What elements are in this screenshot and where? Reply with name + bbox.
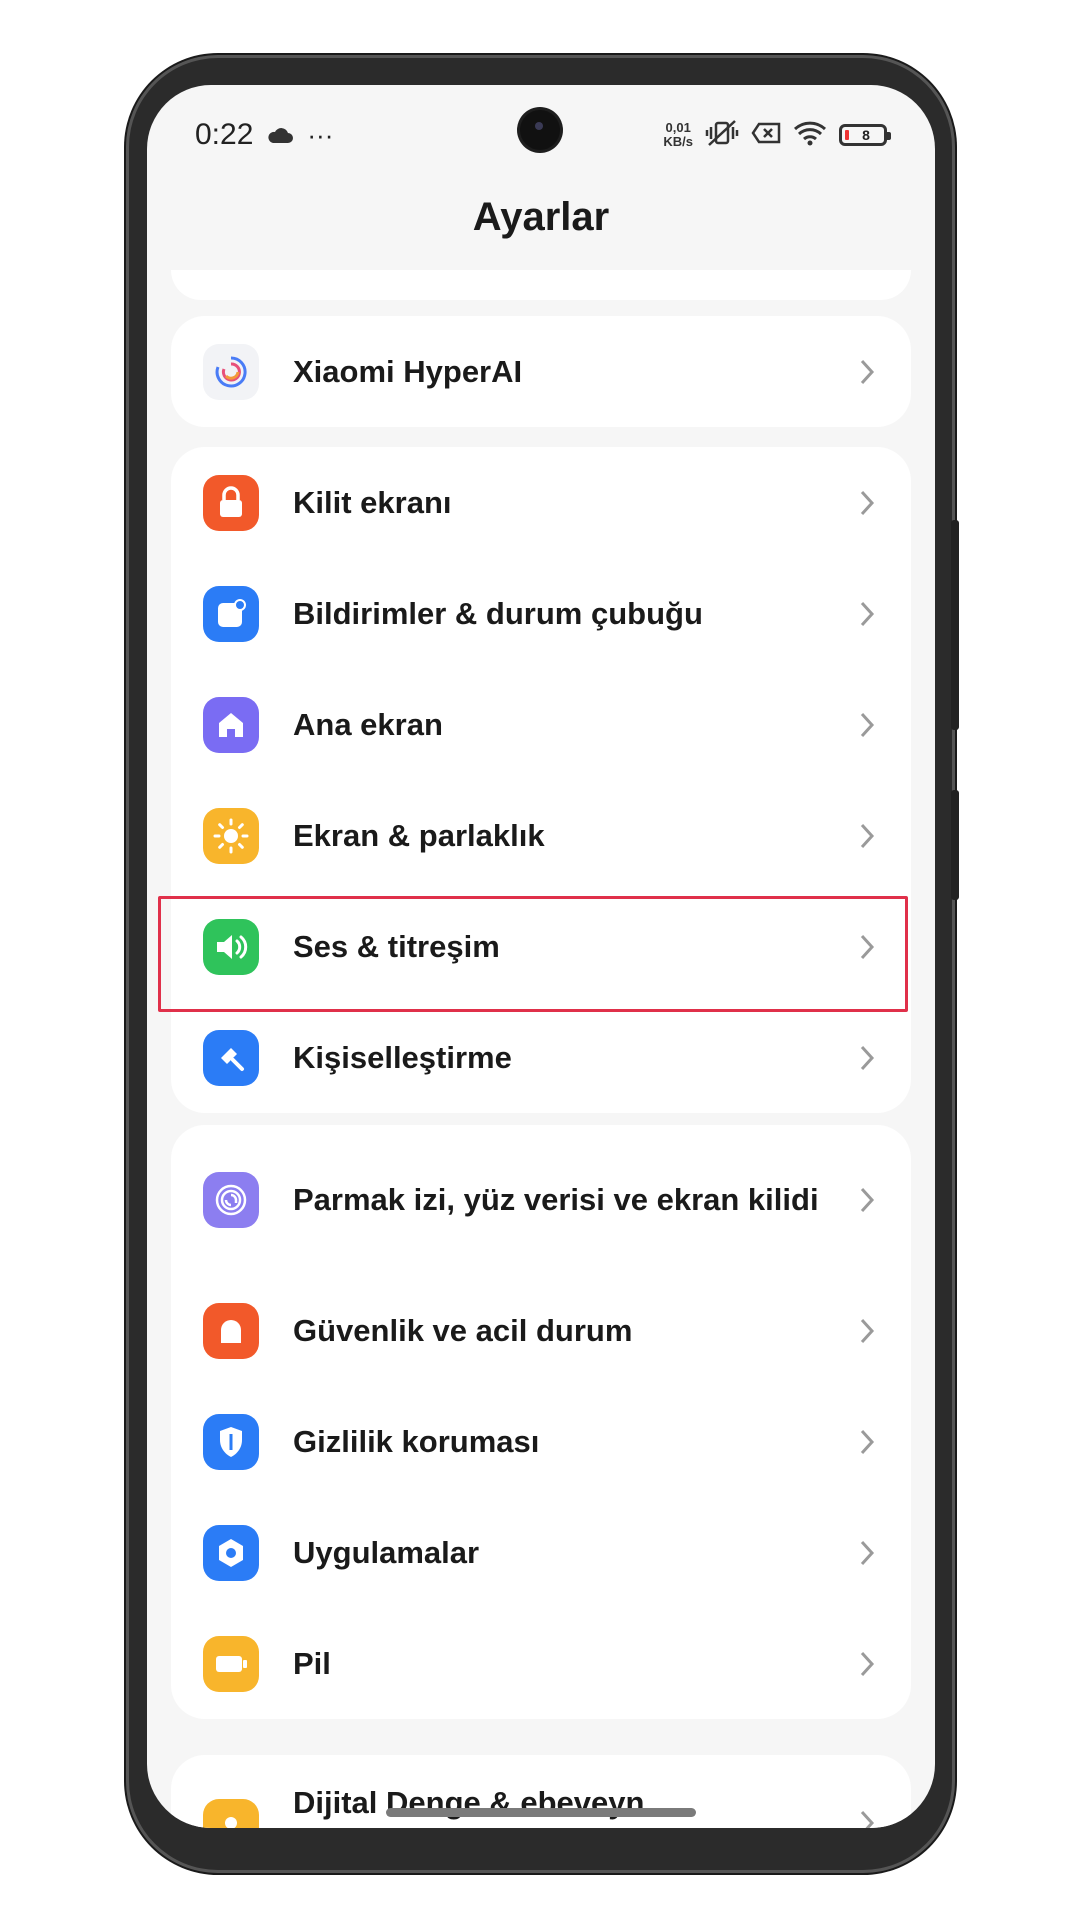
settings-group-security: Parmak izi, yüz verisi ve ekran kilidi G… — [171, 1125, 911, 1719]
home-icon — [203, 696, 259, 753]
settings-item-label: Gizlilik koruması — [293, 1423, 540, 1459]
settings-item-label: Kişiselleştirme — [293, 1039, 512, 1075]
settings-item-home-screen[interactable]: Ana ekran — [171, 669, 911, 780]
previous-card-edge — [171, 270, 911, 300]
settings-item-personalization[interactable]: Kişiselleştirme — [171, 1002, 911, 1113]
settings-item-notifications[interactable]: Bildirimler & durum çubuğu — [171, 558, 911, 669]
speaker-icon — [203, 918, 259, 975]
brush-icon — [203, 1029, 259, 1086]
settings-item-privacy[interactable]: Gizlilik koruması — [171, 1386, 911, 1497]
chevron-right-icon — [855, 352, 879, 392]
vibrate-off-icon — [705, 118, 739, 153]
settings-item-fingerprint[interactable]: Parmak izi, yüz verisi ve ekran kilidi — [171, 1125, 911, 1275]
settings-group-wellbeing: Dijital Denge & ebeveyn — [171, 1755, 911, 1828]
chevron-right-icon — [855, 1533, 879, 1573]
settings-item-xiaomi-hyperai[interactable]: Xiaomi HyperAI — [171, 316, 911, 427]
home-gesture-bar[interactable] — [386, 1808, 696, 1817]
settings-item-label: Ses & titreşim — [293, 928, 500, 964]
sun-icon — [203, 807, 259, 864]
chevron-right-icon — [855, 1038, 879, 1078]
no-sim-icon — [751, 122, 781, 149]
settings-item-label: Ekran & parlaklık — [293, 817, 545, 853]
digital-balance-icon — [203, 1799, 259, 1828]
settings-item-battery[interactable]: Pil — [171, 1608, 911, 1719]
settings-item-label: Parmak izi, yüz verisi ve ekran kilidi — [293, 1182, 819, 1217]
settings-item-label: Pil — [293, 1645, 331, 1681]
battery-level: 8 — [862, 127, 870, 143]
front-camera — [520, 110, 560, 150]
chevron-right-icon — [855, 1422, 879, 1462]
settings-item-label: Ana ekran — [293, 706, 443, 742]
settings-item-display-brightness[interactable]: Ekran & parlaklık — [171, 780, 911, 891]
settings-item-digital-balance[interactable]: Dijital Denge & ebeveyn — [171, 1755, 911, 1828]
settings-item-apps[interactable]: Uygulamalar — [171, 1497, 911, 1608]
settings-item-safety-emergency[interactable]: Güvenlik ve acil durum — [171, 1275, 911, 1386]
settings-item-label: Bildirimler & durum çubuğu — [293, 595, 703, 631]
stage: 0:22 ··· 0,01 KB/s 8 Ayarlar Xiaomi Hype… — [0, 0, 1080, 1920]
status-time: 0:22 — [195, 118, 254, 151]
privacy-shield-icon — [203, 1413, 259, 1470]
chevron-right-icon — [855, 816, 879, 856]
settings-item-sound-vibration[interactable]: Ses & titreşim — [171, 891, 911, 1002]
fingerprint-icon — [203, 1172, 259, 1228]
chevron-right-icon — [855, 1644, 879, 1684]
settings-item-label: Güvenlik ve acil durum — [293, 1312, 633, 1348]
more-dots-icon: ··· — [307, 119, 334, 150]
settings-item-label: Uygulamalar — [293, 1534, 480, 1570]
notification-icon — [203, 585, 259, 642]
volume-button — [951, 520, 959, 730]
settings-group-personalization: Kilit ekranı Bildirimler & durum çubuğu … — [171, 447, 911, 1113]
screen: 0:22 ··· 0,01 KB/s 8 Ayarlar Xiaomi Hype… — [147, 85, 935, 1828]
chevron-right-icon — [855, 483, 879, 523]
settings-item-label: Kilit ekranı — [293, 484, 452, 520]
chevron-right-icon — [855, 1311, 879, 1351]
settings-group-ai: Xiaomi HyperAI — [171, 316, 911, 427]
power-button — [951, 790, 959, 900]
battery-icon — [203, 1635, 259, 1692]
battery-indicator: 8 — [839, 124, 891, 146]
apps-hexagon-icon — [203, 1524, 259, 1581]
chevron-right-icon — [855, 1803, 879, 1828]
page-title: Ayarlar — [472, 195, 610, 239]
lock-icon — [203, 474, 259, 531]
cloud-icon — [267, 118, 294, 152]
network-speed: 0,01 KB/s — [663, 120, 693, 149]
wifi-icon — [793, 120, 827, 151]
chevron-right-icon — [855, 594, 879, 634]
chevron-right-icon — [855, 927, 879, 967]
settings-item-lock-screen[interactable]: Kilit ekranı — [171, 447, 911, 558]
settings-item-label: Xiaomi HyperAI — [293, 353, 523, 389]
chevron-right-icon — [855, 1180, 879, 1220]
settings-item-label: Dijital Denge & ebeveyn — [293, 1785, 645, 1820]
hyperai-swirl-icon — [203, 343, 259, 400]
alert-icon — [203, 1302, 259, 1359]
chevron-right-icon — [855, 705, 879, 745]
